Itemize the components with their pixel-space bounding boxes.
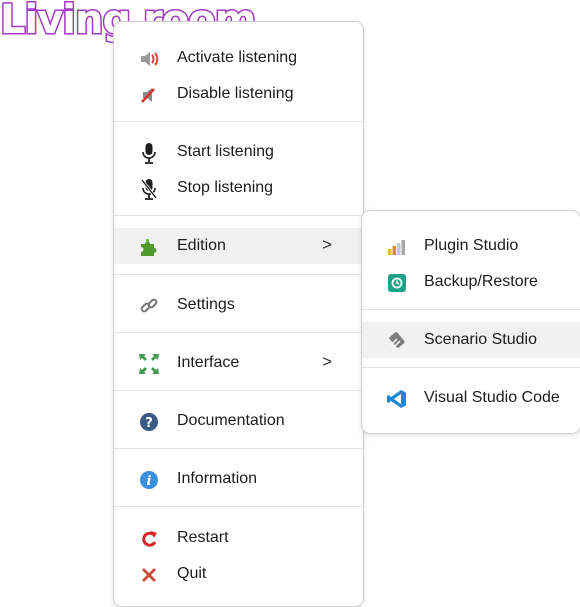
menu-item-label: Disable listening [177, 85, 294, 102]
backup-icon [386, 272, 408, 294]
menu-separator [114, 332, 363, 333]
submenu-item-scenario-studio[interactable]: Scenario Studio [362, 322, 580, 358]
bar-chart-icon [386, 236, 408, 258]
help-icon: ? [138, 411, 160, 433]
speaker-on-icon [138, 48, 160, 70]
chain-link-icon [138, 295, 160, 317]
menu-item-edition[interactable]: Edition > [114, 228, 363, 264]
menu-item-information[interactable]: i Information [114, 461, 363, 497]
menu-item-label: Settings [177, 296, 235, 313]
menu-separator [114, 390, 363, 391]
menu-item-label: Documentation [177, 412, 285, 429]
menu-item-label: Stop listening [177, 179, 274, 196]
submenu-item-label: Visual Studio Code [424, 389, 560, 406]
menu-item-stop-listening[interactable]: Stop listening [114, 170, 363, 206]
submenu-item-label: Backup/Restore [424, 273, 538, 290]
microphone-icon [138, 142, 160, 164]
submenu-item-backup-restore[interactable]: Backup/Restore [362, 264, 580, 300]
menu-item-label: Edition [177, 237, 226, 254]
chevron-right-icon: > [322, 235, 332, 254]
menu-separator [114, 448, 363, 449]
menu-item-activate-listening[interactable]: Activate listening [114, 40, 363, 76]
chevron-right-icon: > [322, 352, 332, 371]
restart-icon [138, 528, 160, 550]
menu-item-label: Start listening [177, 143, 274, 160]
vscode-icon [386, 388, 408, 410]
scenario-icon [386, 330, 408, 352]
puzzle-icon [138, 236, 160, 258]
menu-item-label: Restart [177, 529, 229, 546]
menu-separator [362, 367, 580, 368]
svg-text:?: ? [145, 416, 153, 431]
menu-item-documentation[interactable]: ? Documentation [114, 403, 363, 439]
menu-item-disable-listening[interactable]: Disable listening [114, 76, 363, 112]
submenu-item-label: Scenario Studio [424, 331, 537, 348]
context-menu: Activate listening Disable listening Sta… [113, 21, 364, 607]
menu-item-restart[interactable]: Restart [114, 520, 363, 556]
submenu-item-label: Plugin Studio [424, 237, 519, 254]
quit-x-icon [138, 564, 160, 586]
menu-item-start-listening[interactable]: Start listening [114, 134, 363, 170]
menu-item-label: Interface [177, 354, 240, 371]
edition-submenu: Plugin Studio Backup/Restore Scenario St… [361, 210, 580, 434]
menu-separator [114, 274, 363, 275]
submenu-item-plugin-studio[interactable]: Plugin Studio [362, 228, 580, 264]
submenu-item-visual-studio-code[interactable]: Visual Studio Code [362, 380, 580, 416]
menu-separator [114, 121, 363, 122]
menu-separator [114, 215, 363, 216]
info-icon: i [138, 469, 160, 491]
menu-item-label: Information [177, 470, 258, 487]
menu-separator [362, 309, 580, 310]
menu-item-settings[interactable]: Settings [114, 287, 363, 323]
expand-arrows-icon [138, 353, 160, 375]
menu-item-label: Activate listening [177, 49, 298, 66]
microphone-off-icon [138, 178, 160, 200]
menu-item-label: Quit [177, 565, 207, 582]
menu-separator [114, 506, 363, 507]
svg-text:i: i [147, 474, 152, 489]
menu-item-interface[interactable]: Interface > [114, 345, 363, 381]
speaker-mute-icon [138, 84, 160, 106]
menu-item-quit[interactable]: Quit [114, 556, 363, 592]
